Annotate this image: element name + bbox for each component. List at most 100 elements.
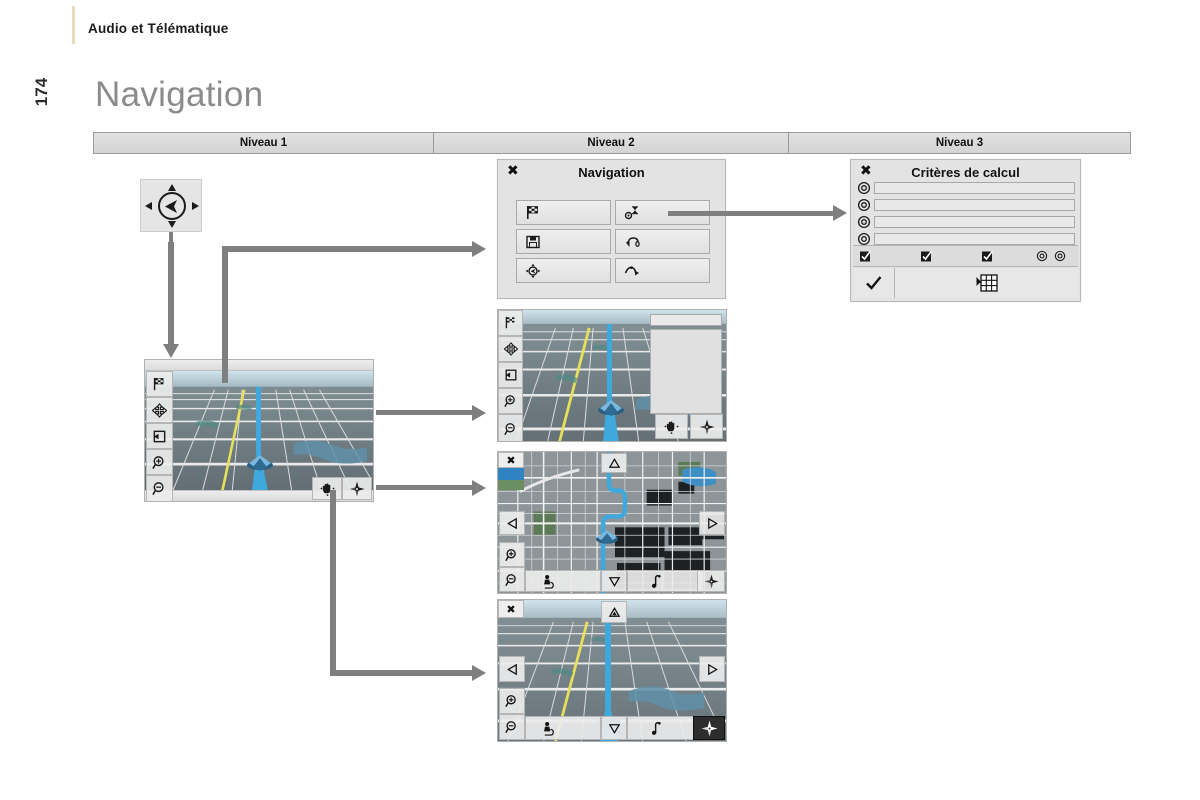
compass-rose-control[interactable] [693,716,725,740]
legend-swatch [498,468,524,490]
music-control[interactable] [627,716,703,740]
connector-arrowhead-nav [472,241,486,257]
save-destination-button[interactable] [516,229,611,254]
pan-down-control[interactable] [601,716,627,740]
criteria-radio-group [1036,250,1078,262]
criteria-field[interactable] [874,215,1075,228]
exit-control[interactable] [146,423,173,449]
arrow-left-icon [506,517,517,529]
connector-arrowhead-map2b [472,480,486,496]
connector-map1-to-map2a [376,410,474,415]
pan-right-control[interactable] [699,656,725,682]
zoom-out-control[interactable] [498,414,523,441]
compass-rose-dark-icon [701,720,717,736]
zoom-in-icon [152,455,164,469]
destination-field[interactable] [650,314,722,326]
music-note-icon [651,574,661,588]
map-screen-2d-topdown[interactable]: ✖ [497,451,727,594]
zoom-out-control[interactable] [146,475,173,501]
pan-left-control[interactable] [499,656,525,682]
close-button[interactable]: ✖ [498,452,524,468]
section-title: Audio et Télématique [88,21,229,36]
zoom-in-control[interactable] [146,449,173,475]
criteria-checkbox-2[interactable] [914,250,975,263]
zoom-out-icon [152,482,164,495]
criteria-field[interactable] [874,181,1075,194]
page-title: Navigation [95,75,264,114]
connector-vert-to-map2c [330,490,336,676]
level-column-3: Niveau 3 [935,137,984,149]
destination-control[interactable] [146,371,173,397]
navigation-menu-panel: ✖ Navigation [497,159,726,299]
hand-pan-control[interactable] [312,477,342,500]
poi-control[interactable] [525,716,601,740]
level-column-1: Niveau 1 [94,133,434,153]
pan-up-control[interactable] [601,601,627,623]
pan-arrows-icon [503,342,518,356]
radio-icon[interactable] [1036,250,1048,262]
connector-arrowhead-map2a [472,405,486,421]
joystick-control[interactable] [140,179,202,232]
compass-rose-icon [349,481,365,496]
joystick-icon [145,184,199,228]
info-list-panel[interactable] [650,329,722,414]
criteria-toolbar [853,245,1078,267]
pan-down-control[interactable] [601,570,627,592]
arrow-right-icon [707,663,718,675]
exit-control[interactable] [498,362,523,388]
poi-control[interactable] [525,570,601,592]
zoom-in-control[interactable] [498,388,523,414]
navigation-menu-title: Navigation [578,165,645,180]
zoom-out-control[interactable] [499,714,525,740]
criteria-row[interactable] [857,214,1075,229]
route-guidance-button[interactable] [615,258,710,283]
criteria-panel-title: Critères de calcul [911,165,1020,180]
map-screen-3d-level1[interactable] [144,359,374,502]
pan-right-control[interactable] [699,511,725,535]
confirm-button[interactable] [853,268,895,298]
radio-icon [857,198,871,211]
criteria-row[interactable] [857,231,1075,246]
checkered-flag-icon [527,205,538,219]
arrow-down-icon [608,576,620,587]
pan-control[interactable] [498,336,523,362]
hand-pan-icon [664,421,679,434]
zoom-in-control[interactable] [499,542,525,567]
traffic-info-button[interactable] [615,229,710,254]
hand-pan-control[interactable] [655,414,688,439]
criteria-row[interactable] [857,197,1075,212]
criteria-checkbox-1[interactable] [853,250,914,263]
compass-rose-control[interactable] [342,477,372,500]
criteria-row[interactable] [857,180,1075,195]
checkbox-checked-icon [982,250,994,261]
keypad-grid-icon [976,274,998,292]
map-screen-3d-panned[interactable]: ✖ [497,599,727,742]
radio-icon[interactable] [1054,250,1066,262]
connector-arrowhead-map2c [472,665,486,681]
music-control[interactable] [627,570,703,592]
criteria-field[interactable] [874,232,1075,245]
pan-arrows-icon [152,402,167,418]
close-button[interactable]: ✖ [498,600,524,618]
page-number: 174 [32,77,51,107]
compass-rose-control[interactable] [690,414,723,439]
destination-button[interactable] [516,200,611,225]
zoom-in-control[interactable] [499,688,525,714]
destination-control[interactable] [498,310,523,336]
music-note-icon [651,721,661,735]
current-position-button[interactable] [516,258,611,283]
pan-control[interactable] [146,397,173,423]
compass-rose-control[interactable] [697,570,725,592]
radio-icon [857,181,871,194]
zoom-out-control[interactable] [499,567,525,592]
keyboard-button[interactable] [895,268,1078,298]
criteria-checkbox-3[interactable] [975,250,1036,263]
compass-position-icon [525,263,541,278]
arrow-up-icon [608,457,620,468]
close-icon: ✖ [506,453,516,467]
pan-up-control[interactable] [601,453,627,473]
compass-rose-icon [703,573,719,589]
map-screen-3d-with-list[interactable] [497,309,727,442]
pan-left-control[interactable] [499,511,525,535]
criteria-field[interactable] [874,198,1075,211]
